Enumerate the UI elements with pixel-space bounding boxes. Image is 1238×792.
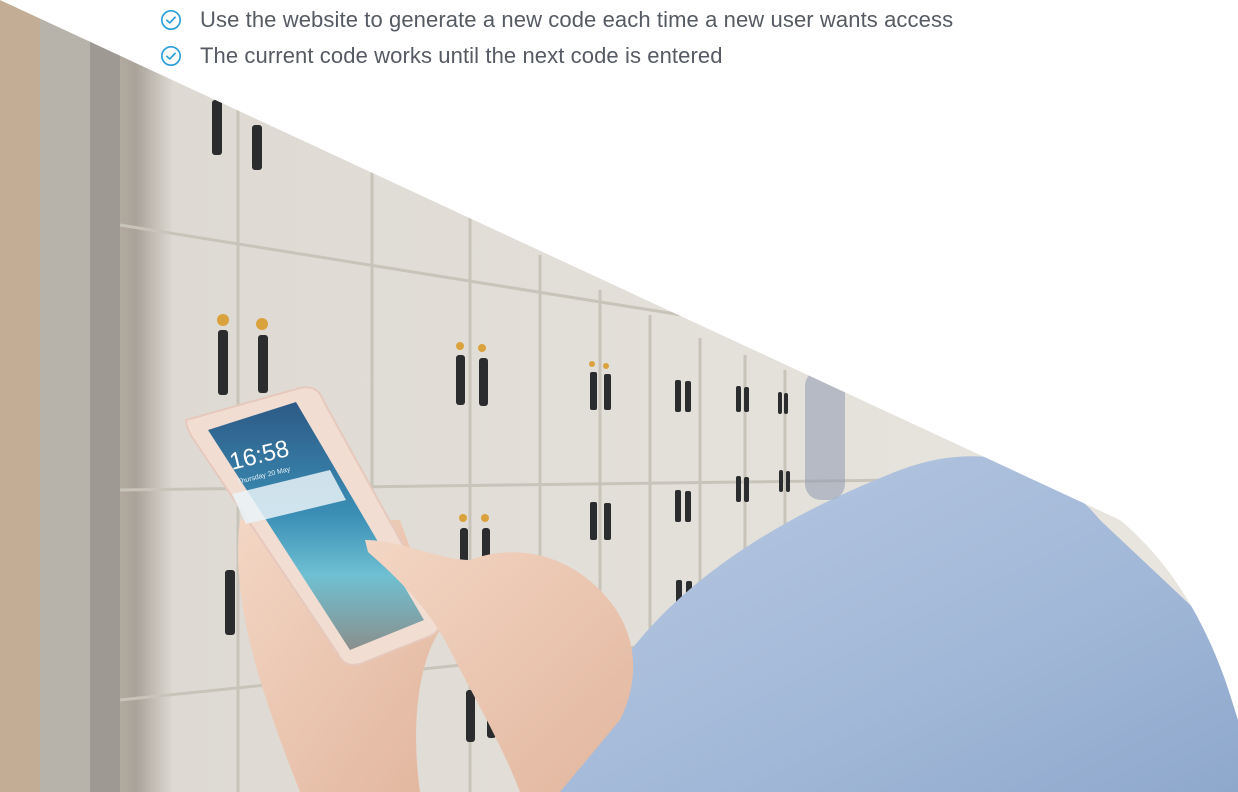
feature-text: The current code works until the next co… [200, 43, 723, 68]
page: 16:58 Thursday 20 May Use the website to… [0, 0, 1238, 792]
check-circle-icon [161, 10, 181, 30]
feature-text: Use the website to generate a new code e… [200, 7, 954, 32]
feature-list-overlay: Use the website to generate a new code e… [160, 0, 953, 74]
feature-item: Use the website to generate a new code e… [160, 2, 953, 38]
check-circle-icon [161, 46, 181, 66]
locker-photo: 16:58 Thursday 20 May [0, 0, 1238, 792]
background-person [805, 370, 845, 500]
locker-scene: 16:58 Thursday 20 May [0, 0, 1238, 792]
feature-item: The current code works until the next co… [160, 38, 953, 74]
left-wall [0, 0, 40, 792]
wall-pillar-shadow [90, 0, 120, 792]
